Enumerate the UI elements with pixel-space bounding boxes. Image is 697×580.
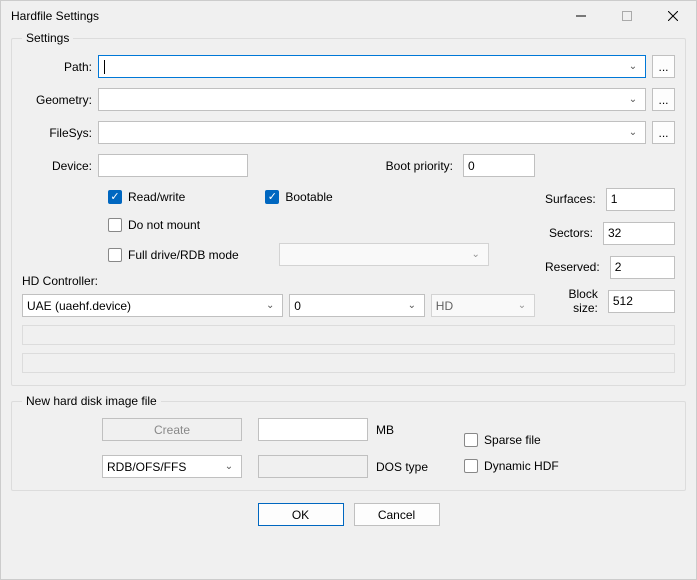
content-area: Settings Path: ⌄ ... Geometry: ⌄ ... Fil… [1, 31, 696, 579]
size-input[interactable] [258, 418, 368, 441]
path-combo[interactable]: ⌄ [98, 55, 646, 78]
bootable-checkbox[interactable]: Bootable [265, 187, 332, 207]
extra-combo[interactable]: ⌄ [279, 243, 489, 266]
filesys-label: FileSys: [22, 126, 92, 140]
filesys-browse-button[interactable]: ... [652, 121, 675, 144]
controller-num-value: 0 [294, 299, 404, 313]
bootprio-input[interactable]: 0 [463, 154, 535, 177]
status-bar-1 [22, 325, 675, 345]
checkbox-icon [108, 248, 122, 262]
dostype-input[interactable] [258, 455, 368, 478]
bootable-label: Bootable [285, 190, 332, 204]
device-label: Device: [22, 159, 92, 173]
controller-num-combo[interactable]: 0 ⌄ [289, 294, 425, 317]
chevron-down-icon: ⌄ [404, 300, 420, 311]
dynhdf-label: Dynamic HDF [484, 459, 559, 473]
chevron-down-icon: ⌄ [468, 249, 484, 260]
hdcontroller-label: HD Controller: [22, 274, 535, 288]
hardfile-settings-window: Hardfile Settings Settings Path: ⌄ ... G… [0, 0, 697, 580]
create-button[interactable]: Create [102, 418, 242, 441]
controller-combo[interactable]: UAE (uaehf.device) ⌄ [22, 294, 283, 317]
chevron-down-icon: ⌄ [625, 61, 641, 72]
controller-type-combo[interactable]: HD ⌄ [431, 294, 535, 317]
checkbox-icon [464, 459, 478, 473]
chevron-down-icon: ⌄ [625, 94, 641, 105]
window-title: Hardfile Settings [11, 9, 558, 23]
dostype-label: DOS type [376, 460, 428, 474]
titlebar: Hardfile Settings [1, 1, 696, 31]
settings-group: Settings Path: ⌄ ... Geometry: ⌄ ... Fil… [11, 31, 686, 386]
checkbox-icon [265, 190, 279, 204]
reserved-input[interactable]: 2 [610, 256, 675, 279]
settings-legend: Settings [22, 31, 73, 45]
cancel-button[interactable]: Cancel [354, 503, 440, 526]
readwrite-label: Read/write [128, 190, 185, 204]
path-browse-button[interactable]: ... [652, 55, 675, 78]
fs-combo-value: RDB/OFS/FFS [107, 460, 221, 474]
chevron-down-icon: ⌄ [262, 300, 278, 311]
maximize-button[interactable] [604, 1, 650, 31]
checkbox-icon [108, 190, 122, 204]
controller-value: UAE (uaehf.device) [27, 299, 262, 313]
bootprio-label: Boot priority: [386, 159, 457, 173]
fs-combo[interactable]: RDB/OFS/FFS ⌄ [102, 455, 242, 478]
donotmount-checkbox[interactable]: Do not mount [108, 215, 535, 235]
reserved-label: Reserved: [545, 260, 606, 274]
readwrite-checkbox[interactable]: Read/write [108, 187, 185, 207]
filesys-combo[interactable]: ⌄ [98, 121, 646, 144]
geometry-browse-button[interactable]: ... [652, 88, 675, 111]
sparse-checkbox[interactable]: Sparse file [464, 430, 559, 450]
window-controls [558, 1, 696, 31]
device-input[interactable] [98, 154, 248, 177]
newimage-legend: New hard disk image file [22, 394, 161, 408]
chevron-down-icon: ⌄ [625, 127, 641, 138]
dynhdf-checkbox[interactable]: Dynamic HDF [464, 456, 559, 476]
geometry-combo[interactable]: ⌄ [98, 88, 646, 111]
newimage-group: New hard disk image file Create RDB/OFS/… [11, 394, 686, 491]
minimize-button[interactable] [558, 1, 604, 31]
path-label: Path: [22, 60, 92, 74]
ok-button[interactable]: OK [258, 503, 344, 526]
chevron-down-icon: ⌄ [221, 461, 237, 472]
geometry-label: Geometry: [22, 93, 92, 107]
surfaces-label: Surfaces: [545, 192, 602, 206]
donotmount-label: Do not mount [128, 218, 200, 232]
status-bar-2 [22, 353, 675, 373]
fulldrive-label: Full drive/RDB mode [128, 248, 239, 262]
checkbox-icon [464, 433, 478, 447]
blocksize-label: Block size: [545, 287, 604, 315]
sectors-input[interactable]: 32 [603, 222, 675, 245]
fulldrive-checkbox[interactable]: Full drive/RDB mode [108, 245, 239, 265]
close-button[interactable] [650, 1, 696, 31]
surfaces-input[interactable]: 1 [606, 188, 675, 211]
checkbox-icon [108, 218, 122, 232]
sparse-label: Sparse file [484, 433, 541, 447]
chevron-down-icon: ⌄ [514, 300, 530, 311]
sectors-label: Sectors: [549, 226, 599, 240]
controller-type-value: HD [436, 299, 514, 313]
dialog-footer: OK Cancel [11, 499, 686, 526]
blocksize-input[interactable]: 512 [608, 290, 675, 313]
mb-label: MB [376, 423, 394, 437]
